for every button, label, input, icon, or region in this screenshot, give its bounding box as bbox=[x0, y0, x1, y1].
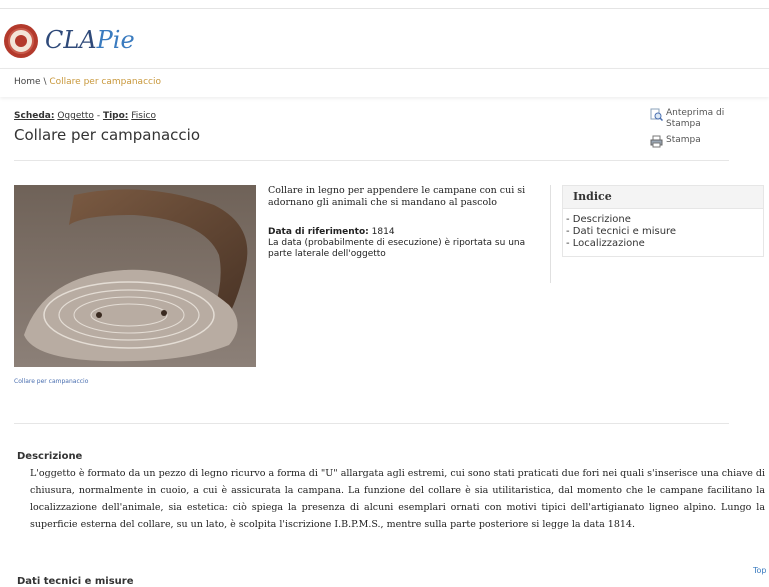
breadcrumb-separator: \ bbox=[43, 77, 47, 87]
top-link[interactable]: Top bbox=[753, 566, 767, 575]
record-meta: Scheda: Oggetto - Tipo: Fisico bbox=[14, 111, 156, 121]
print-button[interactable]: Stampa bbox=[650, 135, 701, 148]
object-photo[interactable] bbox=[14, 185, 256, 367]
index-item-localizzazione[interactable]: - Localizzazione bbox=[566, 238, 763, 250]
scheda-label: Scheda: bbox=[14, 111, 55, 121]
logo-seal-icon[interactable] bbox=[4, 24, 38, 58]
print-preview-icon bbox=[650, 108, 663, 121]
section-title-dati-tecnici: Dati tecnici e misure bbox=[17, 576, 134, 587]
tipo-label: Tipo: bbox=[102, 111, 129, 121]
index-item-dati-tecnici[interactable]: - Dati tecnici e misure bbox=[566, 226, 763, 238]
printer-icon bbox=[650, 135, 663, 148]
date-value: 1814 bbox=[371, 227, 395, 237]
content-divider bbox=[14, 423, 729, 424]
date-label: Data di riferimento: bbox=[268, 227, 369, 237]
print-label: Stampa bbox=[666, 135, 701, 145]
breadcrumb-home-link[interactable]: Home bbox=[14, 77, 41, 87]
header-divider bbox=[14, 160, 729, 161]
section-title-descrizione: Descrizione bbox=[17, 451, 83, 462]
index-title: Indice bbox=[563, 186, 763, 209]
print-preview-button[interactable]: Anteprima di Stampa bbox=[650, 108, 736, 130]
date-reference: Data di riferimento: 1814 bbox=[268, 227, 395, 237]
page-title: Collare per campanaccio bbox=[14, 126, 200, 144]
date-note: La data (probabilmente di esecuzione) è … bbox=[268, 238, 526, 259]
section-body-descrizione: L'oggetto è formato da un pezzo di legno… bbox=[30, 468, 765, 530]
meta-dash: - bbox=[96, 111, 101, 121]
breadcrumb: Home \ Collare per campanaccio bbox=[14, 77, 161, 87]
summary-divider bbox=[550, 185, 551, 283]
photo-caption-link[interactable]: Collare per campanaccio bbox=[14, 378, 88, 385]
index-item-descrizione[interactable]: - Descrizione bbox=[566, 214, 763, 226]
brand-logo[interactable]: CLAPie bbox=[45, 26, 135, 54]
summary-description: Collare in legno per appendere le campan… bbox=[268, 185, 526, 208]
top-divider bbox=[0, 8, 769, 9]
tipo-value-link[interactable]: Fisico bbox=[131, 111, 156, 121]
breadcrumb-current: Collare per campanaccio bbox=[49, 77, 161, 87]
scheda-value-link[interactable]: Oggetto bbox=[57, 111, 94, 121]
print-preview-label: Anteprima di Stampa bbox=[666, 108, 725, 129]
index-box: Indice - Descrizione - Dati tecnici e mi… bbox=[562, 185, 764, 257]
